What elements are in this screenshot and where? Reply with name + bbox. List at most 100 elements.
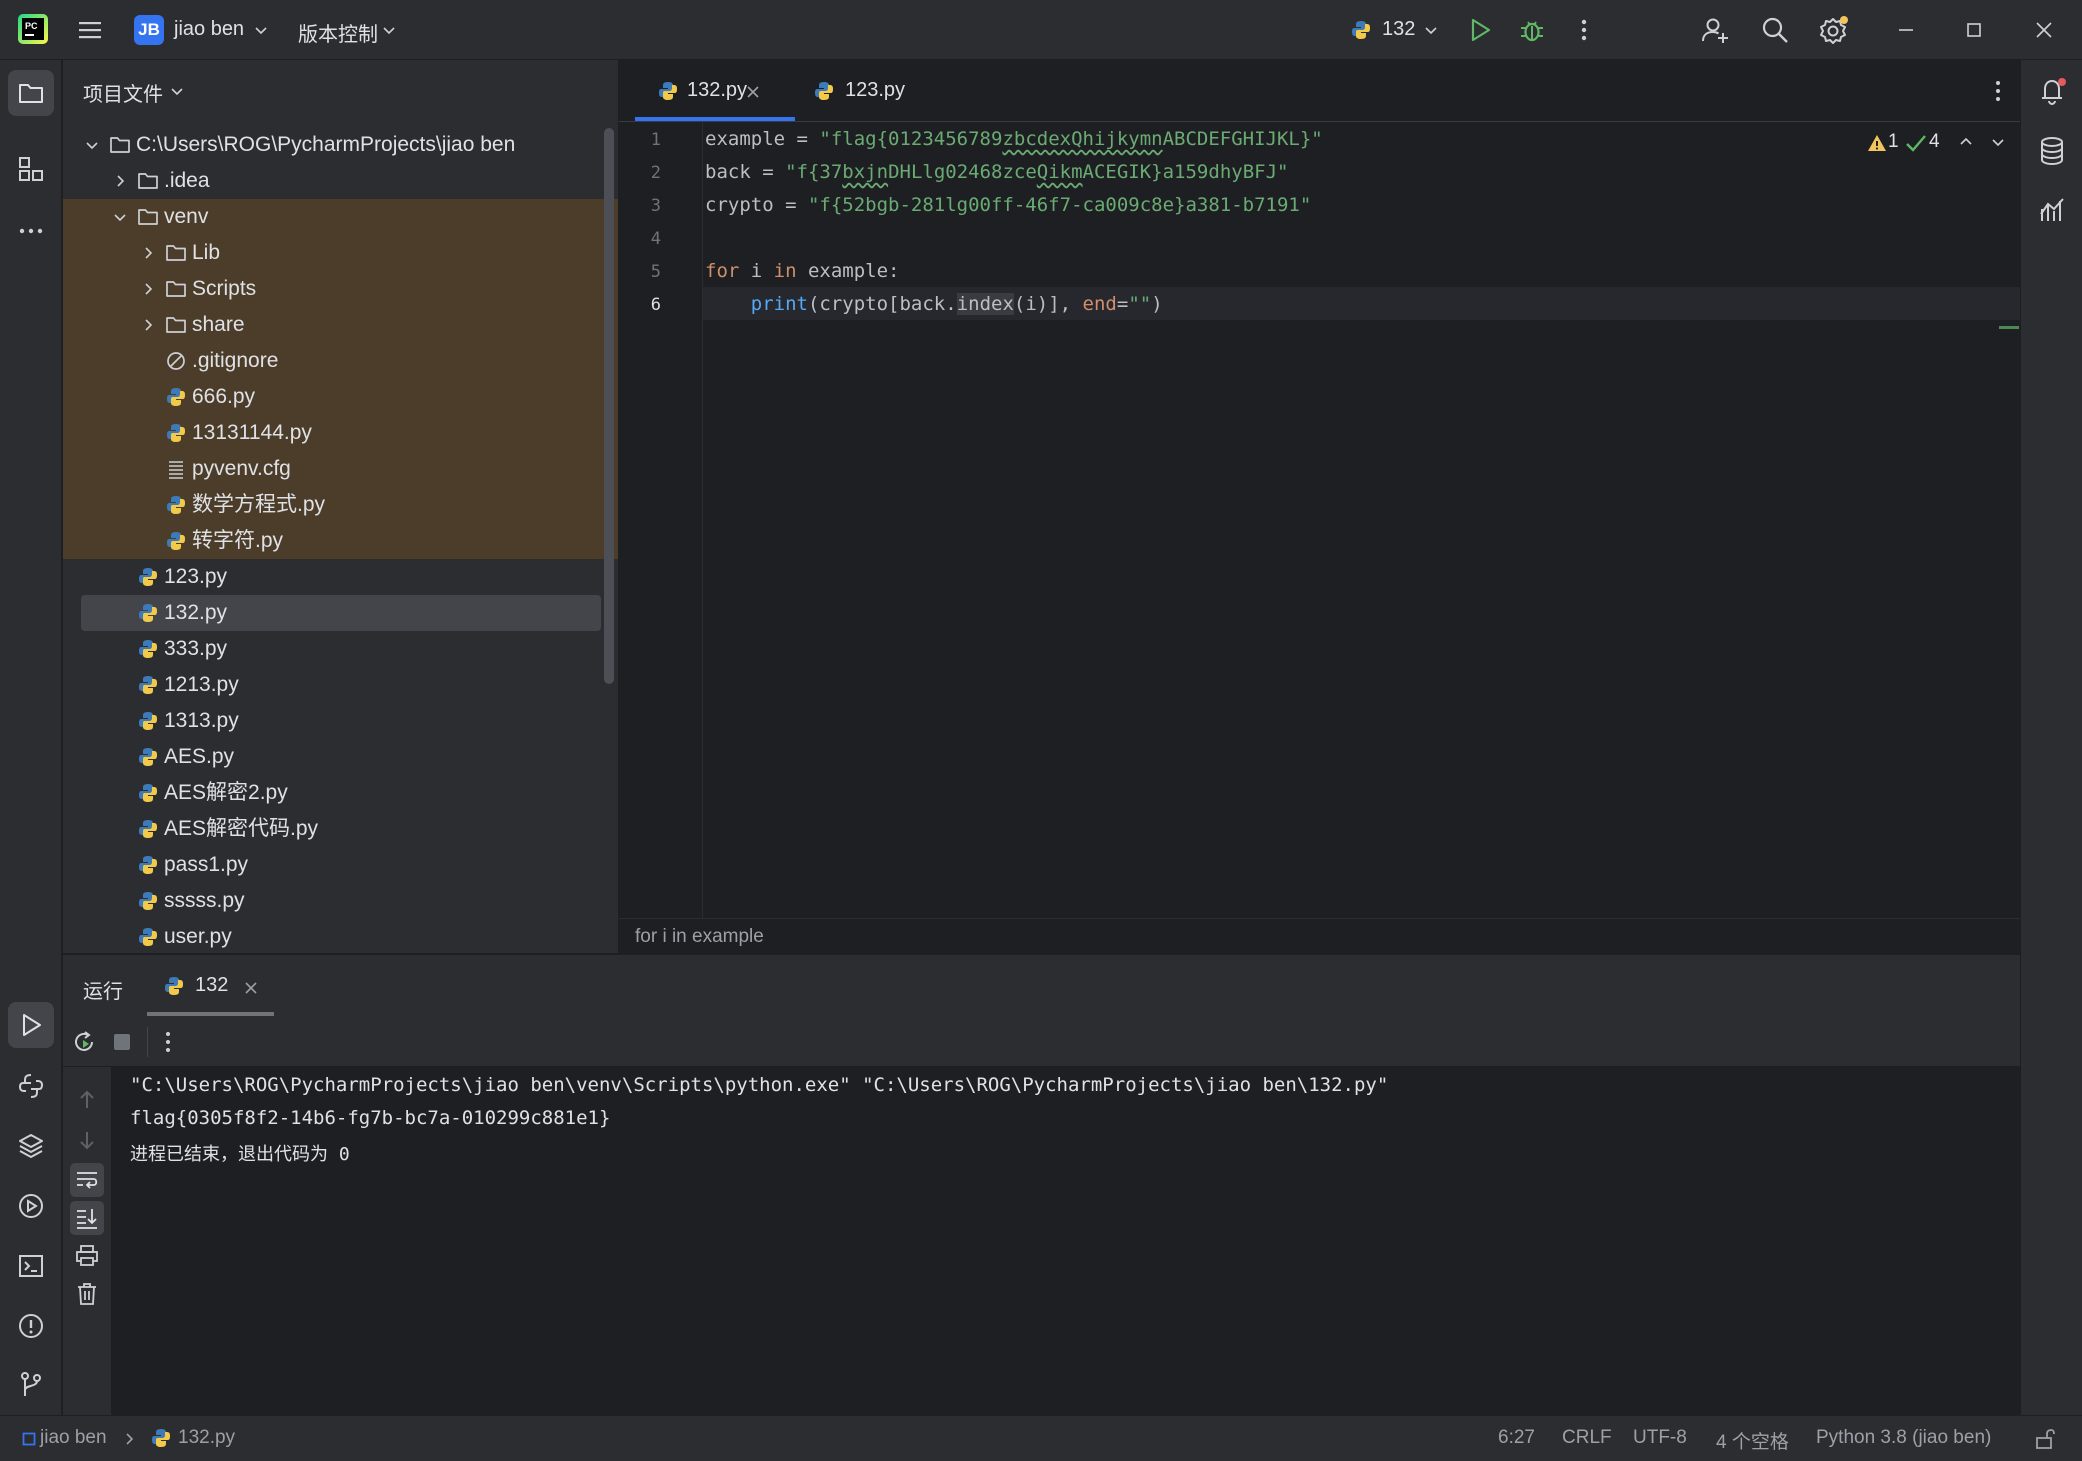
folder-icon [165,278,187,300]
close-tab-icon[interactable] [745,84,761,100]
tree-file-row[interactable]: sssss.py [63,883,618,919]
tree-file-row[interactable]: .gitignore [63,343,618,379]
breadcrumb-item[interactable]: for i in example [635,926,764,948]
tree-item-label: AES解密2.py [164,781,288,804]
project-panel-title[interactable]: 项目文件 [83,78,163,107]
arrow-up-icon[interactable] [74,1087,100,1113]
tabs-more-icon[interactable] [1985,78,2011,104]
notifications-bell-icon[interactable] [2038,76,2068,106]
code-token: = [785,128,820,150]
arrow-down-icon[interactable] [74,1127,100,1153]
database-icon[interactable] [2038,136,2066,166]
project-tool-button[interactable] [8,70,54,116]
project-tree-scrollbar[interactable] [604,128,614,684]
terminal-icon[interactable] [17,1252,45,1280]
tree-folder-row[interactable]: share [63,307,618,343]
tree-file-row[interactable]: pyvenv.cfg [63,451,618,487]
status-encoding[interactable]: UTF-8 [1633,1427,1687,1449]
gitignore-icon [165,350,187,372]
run-tool-button[interactable] [8,1002,54,1048]
tree-file-row[interactable]: 1313.py [63,703,618,739]
tree-file-row[interactable]: 1213.py [63,667,618,703]
unlock-icon[interactable] [2034,1427,2056,1451]
chevron-down-icon[interactable] [170,84,184,98]
chevron-right-icon[interactable] [141,282,155,296]
status-indent[interactable]: 4 个空格 [1716,1427,1789,1454]
chevron-right-icon[interactable] [141,246,155,260]
console-line: "C:\Users\ROG\PycharmProjects\jiao ben\v… [130,1074,1389,1096]
more-options-icon[interactable] [155,1029,181,1055]
project-switcher[interactable]: JB jiao ben [132,13,282,47]
tree-file-row[interactable]: AES解密代码.py [63,811,618,847]
tree-folder-row[interactable]: C:\Users\ROG\PycharmProjects\jiao ben [63,127,618,163]
tree-file-row[interactable]: 666.py [63,379,618,415]
tree-file-row[interactable]: AES.py [63,739,618,775]
pycharm-logo-icon[interactable]: PC [18,14,48,44]
print-icon[interactable] [74,1243,100,1269]
chevron-up-icon[interactable] [1959,135,1973,149]
soft-wrap-button[interactable] [70,1163,104,1197]
sciview-icon[interactable] [2038,196,2066,224]
close-window-icon[interactable] [2030,16,2058,44]
run-config-selector[interactable]: 132 [1348,13,1448,47]
folder-icon [137,170,159,192]
run-icon[interactable] [1466,16,1494,44]
more-tools-icon[interactable] [17,217,45,245]
main-menu-icon[interactable] [76,16,104,44]
tree-folder-row[interactable]: venv [63,199,618,235]
trash-icon[interactable] [74,1281,100,1307]
code-with-me-icon[interactable] [1700,15,1730,45]
problems-icon[interactable] [17,1312,45,1340]
tree-file-row[interactable]: pass1.py [63,847,618,883]
scroll-to-end-button[interactable] [70,1201,104,1235]
right-tool-strip [2020,60,2082,1415]
status-line-separator[interactable]: CRLF [1562,1427,1612,1449]
git-icon[interactable] [17,1370,45,1398]
chevron-right-icon[interactable] [141,318,155,332]
stop-icon[interactable] [111,1031,133,1053]
chevron-down-icon[interactable] [113,210,127,224]
python-console-icon[interactable] [17,1072,45,1100]
tree-file-row[interactable]: 333.py [63,631,618,667]
tree-file-row[interactable]: AES解密2.py [63,775,618,811]
tree-file-row[interactable]: 132.py [63,595,618,631]
python-file-icon [165,494,187,516]
tree-file-row[interactable]: 数学方程式.py [63,487,618,523]
status-caret-position[interactable]: 6:27 [1498,1427,1535,1449]
structure-icon[interactable] [17,155,45,183]
project-badge: JB [134,15,164,45]
chevron-down-icon[interactable] [1991,135,2005,149]
debug-icon[interactable] [1518,16,1546,44]
code-line-1: example = "flag{0123456789zbcdexQhijkymn… [705,128,1323,150]
maximize-icon[interactable] [1960,16,1988,44]
tree-folder-row[interactable]: Lib [63,235,618,271]
status-file[interactable]: 132.py [178,1427,235,1449]
inspection-widget[interactable]: 1 4 [1867,130,2007,158]
python-file-icon [137,890,159,912]
vcs-widget[interactable]: 版本控制 [296,13,406,47]
close-tab-icon[interactable] [243,980,259,996]
tab-123-py[interactable]: 123.py [791,60,911,122]
warning-icon [1867,133,1887,153]
settings-gear-icon[interactable] [1818,14,1850,46]
run-tab-132[interactable]: 132 [147,955,274,1017]
status-project[interactable]: jiao ben [40,1427,107,1449]
search-icon[interactable] [1760,15,1790,45]
minimize-icon[interactable] [1892,16,1920,44]
tree-file-row[interactable]: 13131144.py [63,415,618,451]
status-interpreter[interactable]: Python 3.8 (jiao ben) [1816,1427,1991,1449]
tree-file-row[interactable]: 123.py [63,559,618,595]
tree-file-row[interactable]: 转字符.py [63,523,618,559]
chevron-right-icon[interactable] [113,174,127,188]
services-icon[interactable] [17,1192,45,1220]
python-file-icon [163,975,185,997]
code-token: "flag{0123456789 [819,128,1003,150]
rerun-icon[interactable] [71,1029,97,1055]
chevron-down-icon[interactable] [85,138,99,152]
tree-folder-row[interactable]: Scripts [63,271,618,307]
tree-file-row[interactable]: user.py [63,919,618,953]
tree-folder-row[interactable]: .idea [63,163,618,199]
code-editor[interactable]: 1 4 [619,122,2020,918]
more-options-icon[interactable] [1570,16,1598,44]
python-packages-icon[interactable] [17,1132,45,1160]
